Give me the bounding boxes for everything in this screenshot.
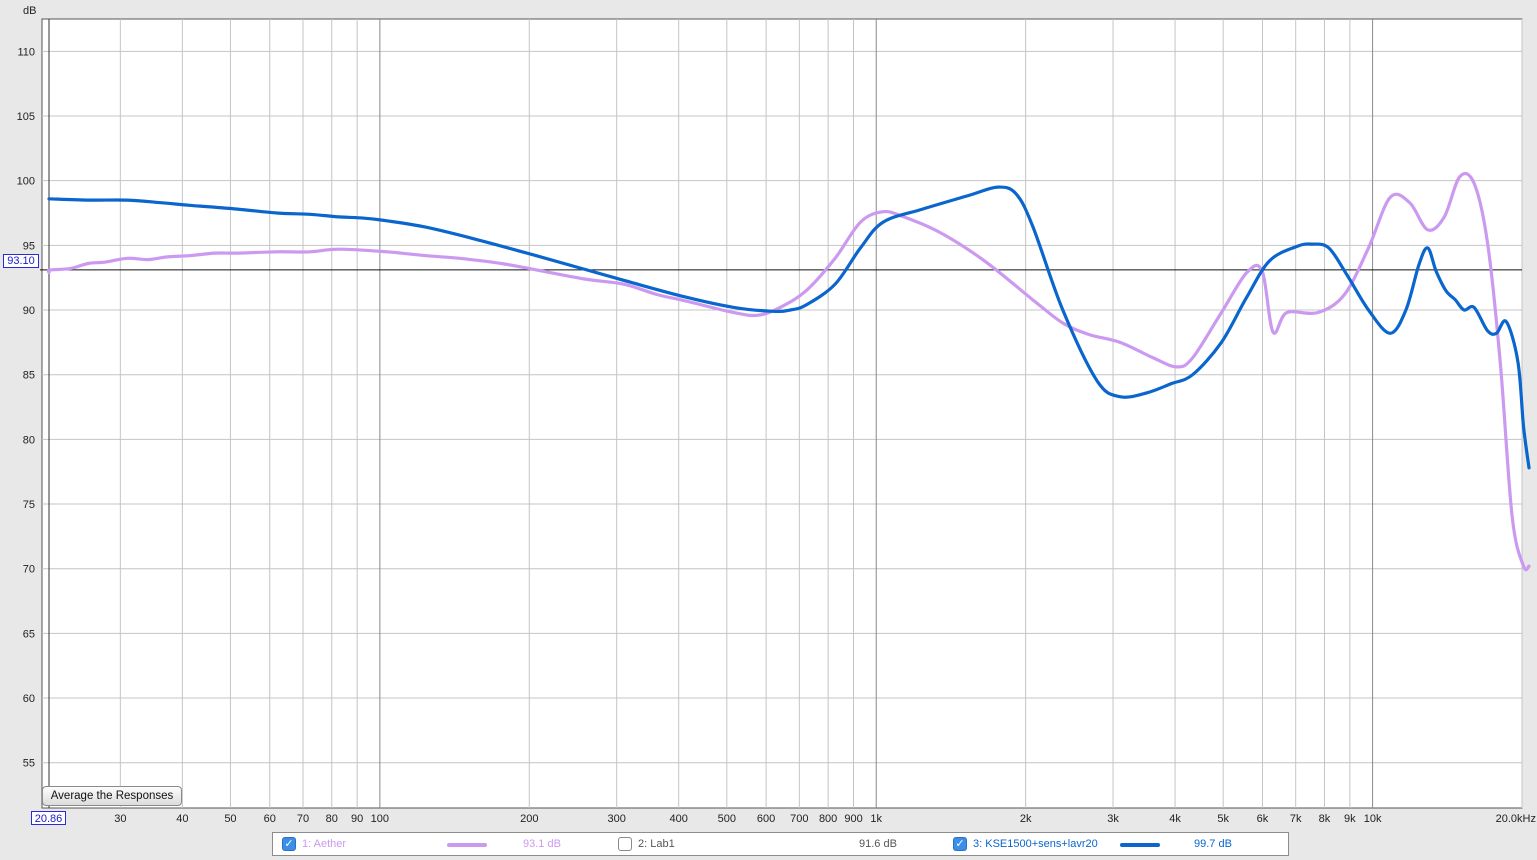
x-tick-label: 5k xyxy=(1217,813,1229,825)
y-tick-label: 90 xyxy=(23,305,35,317)
x-tick-label: 300 xyxy=(608,813,626,825)
x-tick-label: 90 xyxy=(351,813,363,825)
x-tick-label: 80 xyxy=(326,813,338,825)
x-tick-label: 60 xyxy=(264,813,276,825)
plot-area xyxy=(41,18,1523,809)
x-tick-label: 500 xyxy=(718,813,736,825)
x-tick-label: 600 xyxy=(757,813,775,825)
y-tick-label: 80 xyxy=(23,434,35,446)
legend-checkbox-kse1500[interactable]: ✓ xyxy=(953,837,967,851)
x-tick-label: 70 xyxy=(297,813,309,825)
y-tick-label: 55 xyxy=(23,758,35,770)
x-tick-label: 700 xyxy=(790,813,808,825)
x-tick-label: 30 xyxy=(114,813,126,825)
legend-checkbox-aether[interactable]: ✓ xyxy=(282,837,296,851)
x-tick-label: 3k xyxy=(1107,813,1119,825)
frequency-response-chart: dB 55 60 65 70 75 80 85 90 95 100 105 110 30 40 50 60 70… xyxy=(17,5,1536,825)
y-tick-label: 65 xyxy=(23,628,35,640)
x-tick-label: 1k xyxy=(870,813,882,825)
x-tick-label: 400 xyxy=(670,813,688,825)
x-tick-label: 100 xyxy=(371,813,389,825)
x-tick-label: 800 xyxy=(819,813,837,825)
y-tick-label: 70 xyxy=(23,564,35,576)
x-tick-label: 900 xyxy=(844,813,862,825)
y-tick-label: 85 xyxy=(23,370,35,382)
legend-label-lab1: 2: Lab1 xyxy=(638,838,675,850)
y-tick-label: 100 xyxy=(17,176,35,188)
x-tick-label: 7k xyxy=(1290,813,1302,825)
x-tick-label: 200 xyxy=(520,813,538,825)
y-tick-label: 75 xyxy=(23,499,35,511)
legend-swatch-kse1500 xyxy=(1120,843,1160,847)
y-tick-label: 60 xyxy=(23,693,35,705)
x-tick-label: 6k xyxy=(1257,813,1269,825)
y-tick-label: 110 xyxy=(17,46,35,58)
legend-value-kse1500: 99.7 dB xyxy=(1194,838,1232,850)
x-tick-label: 20.0kHz xyxy=(1496,813,1536,825)
y-tick-label: 95 xyxy=(23,240,35,252)
average-responses-button[interactable]: Average the Responses xyxy=(42,786,182,806)
x-tick-label: 50 xyxy=(224,813,236,825)
y-unit-label: dB xyxy=(23,5,36,17)
x-tick-label: 4k xyxy=(1169,813,1181,825)
legend-label-kse1500: 3: KSE1500+sens+lavr20 xyxy=(973,838,1098,850)
legend-value-aether: 93.1 dB xyxy=(523,838,561,850)
x-tick-label: 2k xyxy=(1020,813,1032,825)
x-tick-label: 8k xyxy=(1319,813,1331,825)
x-tick-label: 9k xyxy=(1344,813,1356,825)
legend-swatch-aether xyxy=(447,843,487,847)
x-start-readout[interactable]: 20.86 xyxy=(31,811,66,825)
x-tick-label: 10k xyxy=(1364,813,1382,825)
legend-label-aether: 1: Aether xyxy=(302,838,347,850)
cursor-y-readout: 93.10 xyxy=(3,254,39,268)
legend: ✓ 1: Aether 93.1 dB 2: Lab1 91.6 dB ✓ 3:… xyxy=(272,832,1289,856)
legend-value-lab1: 91.6 dB xyxy=(859,838,897,850)
legend-checkbox-lab1[interactable] xyxy=(618,837,632,851)
x-tick-label: 40 xyxy=(176,813,188,825)
y-tick-label: 105 xyxy=(17,111,35,123)
